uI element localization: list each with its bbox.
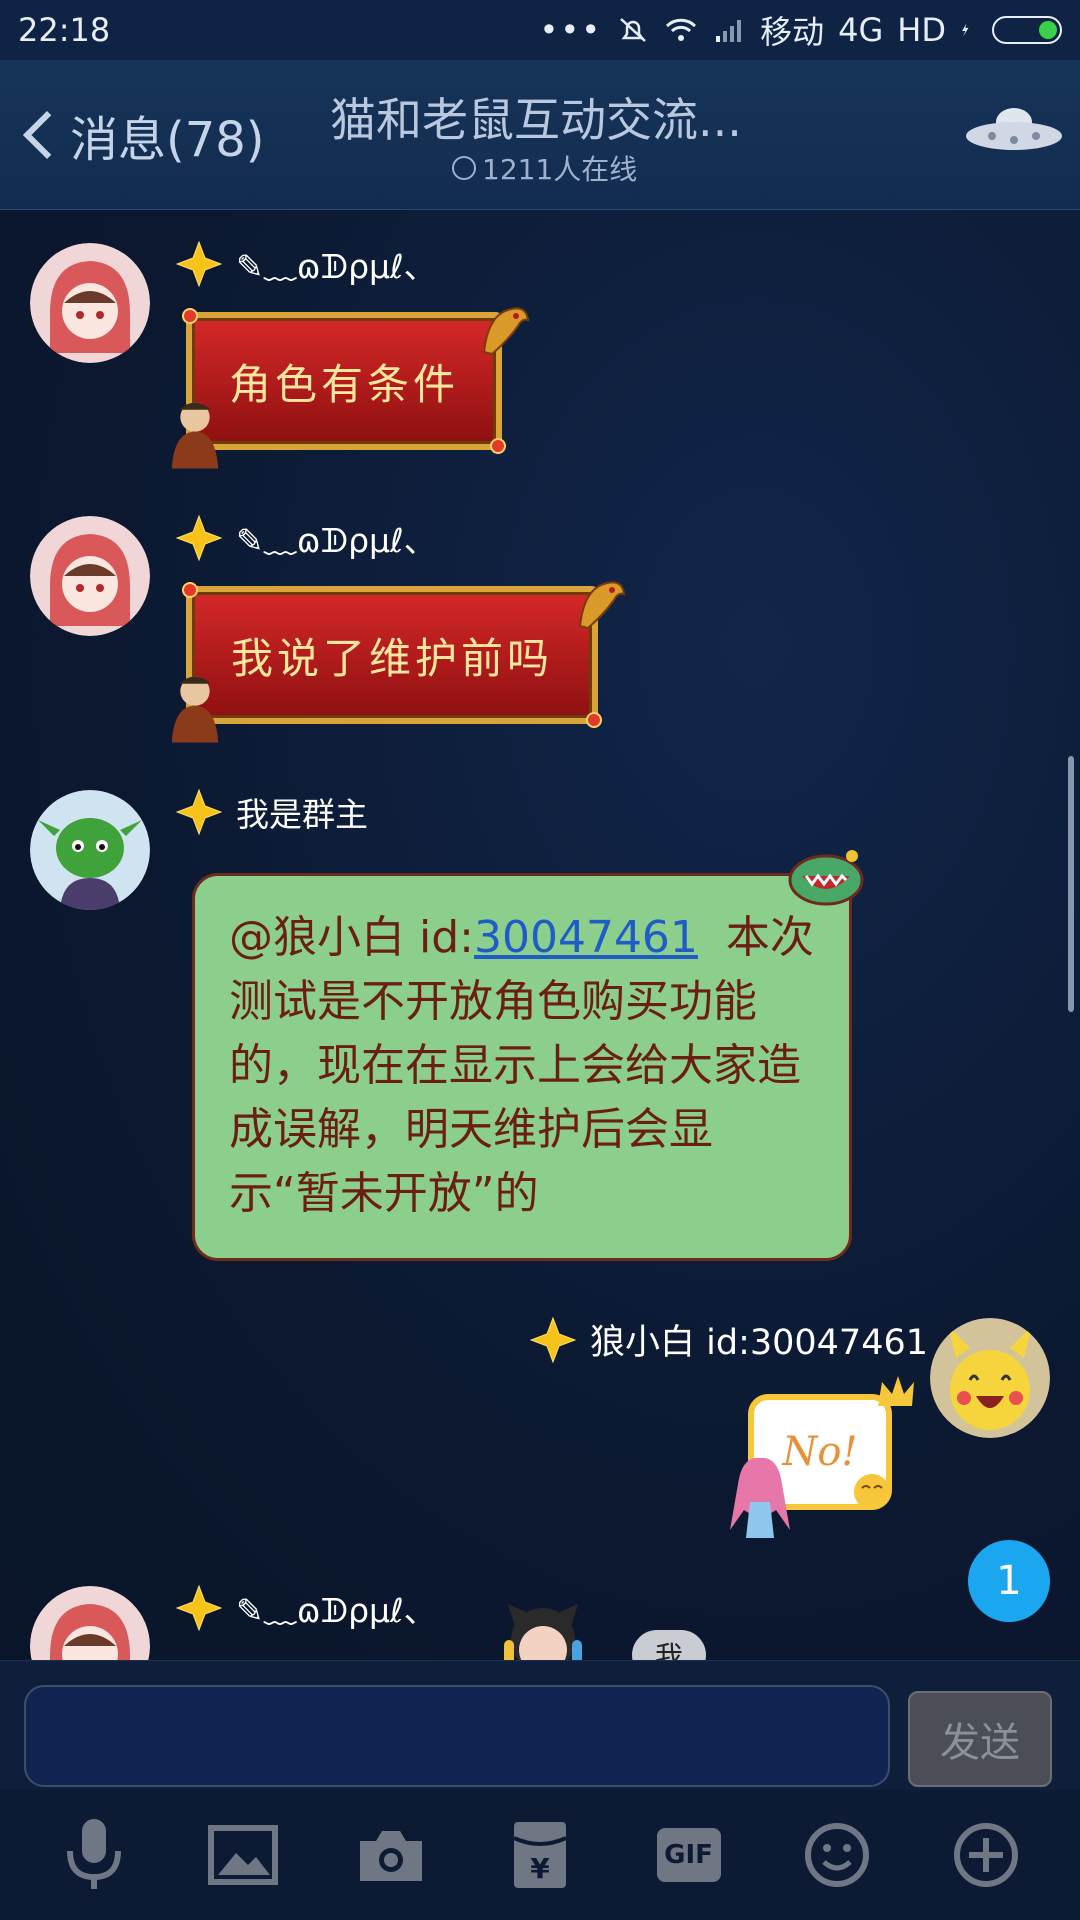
ufo-icon[interactable] xyxy=(964,102,1064,158)
hd-label: HD xyxy=(897,11,946,49)
sender-name-label: 我是群主 xyxy=(236,795,368,834)
red-packet-icon: ¥ xyxy=(513,1822,567,1888)
unread-count: 1 xyxy=(996,1558,1022,1604)
sender-name-label: 狼小白 id:30047461 xyxy=(590,1323,929,1363)
sender-name: ✎﹏ɷᗫρμℓ、 xyxy=(176,1584,437,1632)
sender-name: ✎﹏ɷᗫρμℓ、 xyxy=(176,514,437,562)
status-icons: ••• 移动 4G HD xyxy=(539,7,1062,53)
chat-header: 消息(78) 猫和老鼠互动交流... 1211人在线 xyxy=(0,60,1080,210)
microphone-icon xyxy=(67,1819,122,1889)
sender-name-label: ✎﹏ɷᗫρμℓ、 xyxy=(236,247,437,286)
group-title[interactable]: 猫和老鼠互动交流... xyxy=(330,84,760,150)
knot-icon xyxy=(490,438,506,454)
knot-icon xyxy=(182,582,198,598)
more-icon: ••• xyxy=(539,11,603,49)
message-input[interactable] xyxy=(24,1685,890,1787)
camera-button[interactable] xyxy=(349,1813,433,1897)
avatar[interactable] xyxy=(30,790,150,910)
carrier-label: 移动 xyxy=(760,13,825,51)
sender-name: 狼小白 id:30047461 xyxy=(530,1314,928,1365)
message-text: 角色有条件 xyxy=(228,359,459,409)
avatar[interactable] xyxy=(30,243,150,363)
gif-button[interactable]: GIF xyxy=(647,1813,731,1897)
online-count-label: 1211人在线 xyxy=(482,153,638,186)
mute-icon xyxy=(620,18,646,42)
online-chevron-icon xyxy=(452,156,476,180)
avatar[interactable] xyxy=(30,1586,150,1660)
status-time: 22:18 xyxy=(18,11,111,49)
online-count: 1211人在线 xyxy=(452,148,637,188)
status-bar: 22:18 ••• 移动 4G HD xyxy=(0,0,1080,60)
image-button[interactable] xyxy=(201,1813,285,1897)
back-button[interactable]: 消息(78) xyxy=(16,100,265,170)
wifi-icon xyxy=(666,18,697,41)
star-badge-icon xyxy=(176,515,222,561)
avatar[interactable] xyxy=(30,516,150,636)
smiley-icon xyxy=(805,1823,870,1887)
mention-label[interactable]: @狼小白 id: xyxy=(229,912,474,963)
knot-icon xyxy=(586,712,602,728)
red-packet-button[interactable]: ¥ xyxy=(498,1813,582,1897)
emoji-icon xyxy=(854,1474,890,1510)
dragon-icon xyxy=(578,581,626,630)
network-label: 4G xyxy=(838,11,884,49)
star-badge-icon xyxy=(176,789,222,835)
message-bubble[interactable]: 我说了维护前吗 xyxy=(182,582,602,728)
voice-button[interactable] xyxy=(52,1813,136,1897)
more-button[interactable] xyxy=(944,1813,1028,1897)
message-bubble[interactable]: @狼小白 id:30047461 本次测试是不开放角色购买功能的，现在在显示上会… xyxy=(192,873,852,1261)
input-bar: 发送 xyxy=(0,1660,1080,1790)
message-text: 我说了维护前吗 xyxy=(230,633,553,683)
scrollbar[interactable] xyxy=(1068,756,1074,1012)
send-label: 发送 xyxy=(940,1720,1020,1766)
chat-area[interactable]: ✎﹏ɷᗫρμℓ、 角色有条件 ✎﹏ɷᗫρμℓ、 我说了维护前吗 我是群主 @狼小… xyxy=(0,210,1080,1660)
sender-name: 我是群主 xyxy=(176,788,368,836)
avatar[interactable] xyxy=(930,1318,1050,1438)
cat-girl-icon xyxy=(504,1604,582,1660)
charging-icon xyxy=(962,23,969,37)
warrior-icon xyxy=(171,676,219,743)
gif-icon: GIF xyxy=(656,1828,721,1882)
dragon-icon xyxy=(482,307,530,356)
chevron-left-icon xyxy=(22,110,72,160)
star-badge-icon xyxy=(176,241,222,287)
battery-icon xyxy=(992,16,1062,44)
girl-sticker-icon xyxy=(730,1457,790,1538)
bottom-toolbar: ¥ GIF xyxy=(0,1790,1080,1920)
crown-icon xyxy=(878,1376,914,1406)
mention-id-link[interactable]: 30047461 xyxy=(474,912,698,963)
sender-name-label: ✎﹏ɷᗫρμℓ、 xyxy=(236,521,437,560)
image-icon xyxy=(207,1825,278,1885)
svg-text:¥: ¥ xyxy=(530,1852,550,1885)
signal-icon xyxy=(716,20,742,42)
emoji-button[interactable] xyxy=(795,1813,879,1897)
sender-name-label: ✎﹏ɷᗫρμℓ、 xyxy=(236,1591,437,1630)
knot-icon xyxy=(182,308,198,324)
monster-icon xyxy=(788,850,864,906)
plus-circle-icon xyxy=(953,1823,1018,1887)
unread-badge[interactable]: 1 xyxy=(968,1540,1050,1622)
message-bubble[interactable]: 角色有条件 xyxy=(182,308,506,454)
camera-icon xyxy=(360,1831,423,1881)
send-button[interactable]: 发送 xyxy=(908,1691,1052,1787)
star-badge-icon xyxy=(176,1585,222,1631)
star-badge-icon xyxy=(530,1316,576,1363)
sender-name: ✎﹏ɷᗫρμℓ、 xyxy=(176,240,437,288)
warrior-icon xyxy=(171,402,219,469)
back-label: 消息(78) xyxy=(70,112,265,168)
